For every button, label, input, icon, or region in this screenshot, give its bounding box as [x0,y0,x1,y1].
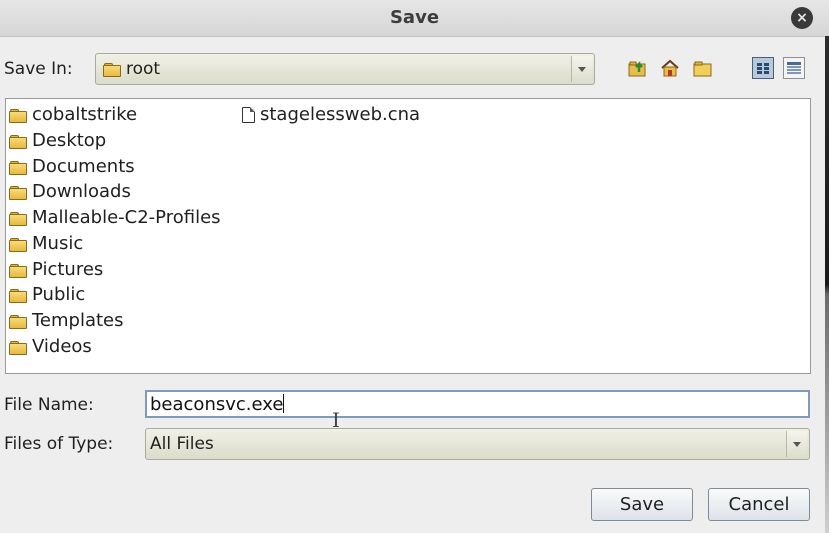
chevron-down-icon [578,67,586,72]
save-in-dropdown-button[interactable] [571,56,592,82]
folder-icon [9,134,27,149]
file-icon [242,107,255,123]
text-caret [283,394,285,413]
files-of-type-value: All Files [150,434,214,454]
folder-icon [103,63,121,77]
cancel-button[interactable]: Cancel [708,488,810,521]
folder-label: Public [32,284,86,305]
file-name-value: beaconsvc.exe [150,394,284,415]
folder-label: Videos [32,336,92,357]
folder-item-downloads[interactable]: Downloads [9,180,131,204]
folder-label: Downloads [32,181,131,202]
list-view-icon [757,63,769,74]
folder-item-malleable-c2-profiles[interactable]: Malleable-C2-Profiles [9,206,221,230]
folder-item-desktop[interactable]: Desktop [9,129,106,153]
file-name-label: File Name: [4,395,94,415]
folder-label: Music [32,233,84,254]
chevron-down-icon [793,442,801,447]
folder-icon [9,211,27,226]
home-folder-icon [661,59,679,77]
folder-icon [9,237,27,252]
folder-label: cobaltstrike [32,104,138,125]
details-view-icon [787,62,801,74]
background-window-edge [825,36,829,533]
new-folder-button[interactable] [692,57,714,79]
files-of-type-dropdown-button[interactable] [786,431,807,457]
folder-item-templates[interactable]: Templates [9,309,124,333]
details-view-button[interactable] [783,57,805,79]
files-of-type-combobox[interactable]: All Files [145,428,810,460]
file-name-input[interactable]: beaconsvc.exe [145,390,810,418]
folder-item-music[interactable]: Music [9,232,83,256]
save-in-label: Save In: [4,59,73,79]
list-view-button[interactable] [752,57,774,79]
folder-label: Desktop [32,130,107,151]
title-bar: Save × [0,0,829,37]
file-item-stagelessweb-cna[interactable]: stagelessweb.cna [242,103,420,127]
folder-label: Pictures [32,259,104,280]
folder-icon [9,185,27,200]
save-button[interactable]: Save [591,488,693,521]
folder-label: Documents [32,156,135,177]
folder-icon [9,314,27,329]
up-folder-icon [628,60,646,77]
folder-icon [9,263,27,278]
new-folder-icon [693,61,712,77]
up-folder-button[interactable] [627,57,649,79]
folder-item-cobaltstrike[interactable]: cobaltstrike [9,103,137,127]
folder-icon [9,288,27,303]
folder-item-pictures[interactable]: Pictures [9,258,103,282]
folder-icon [9,108,27,123]
save-in-combobox[interactable]: root [95,53,595,85]
home-button[interactable] [659,57,681,79]
file-list[interactable]: cobaltstrike Desktop Documents Downloads… [5,98,811,374]
folder-item-documents[interactable]: Documents [9,155,135,179]
folder-label: Templates [32,310,124,331]
save-in-value: root [126,59,161,79]
close-icon[interactable]: × [791,7,813,29]
folder-icon [9,340,27,355]
dialog-title: Save [389,7,440,28]
folder-label: Malleable-C2-Profiles [32,207,221,228]
folder-item-public[interactable]: Public [9,283,85,307]
files-of-type-label: Files of Type: [4,434,114,454]
folder-icon [9,160,27,175]
folder-item-videos[interactable]: Videos [9,335,92,359]
file-label: stagelessweb.cna [260,104,421,125]
